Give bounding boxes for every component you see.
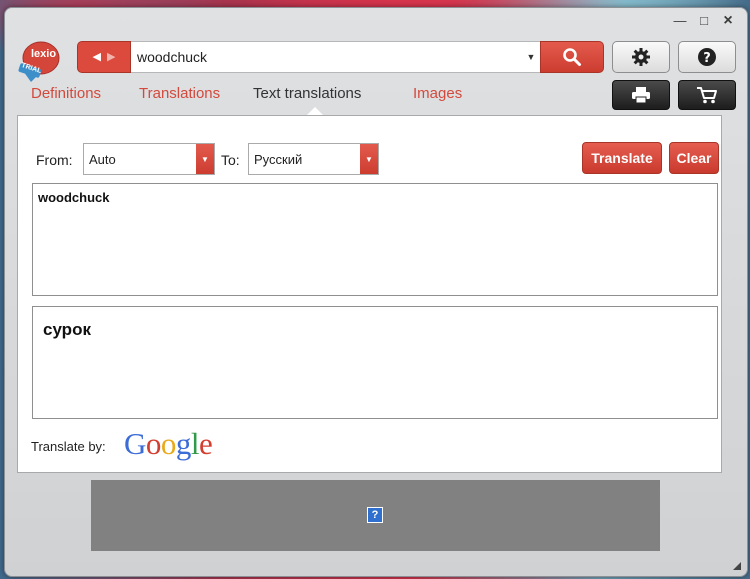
active-tab-indicator — [307, 107, 323, 115]
search-bar: ◀ ▶ ▼ — [77, 41, 604, 73]
gear-icon — [632, 48, 650, 66]
from-language-value: Auto — [89, 151, 116, 167]
help-button[interactable]: ? — [678, 41, 736, 73]
app-window: — □ × lexio TRIAL ◀ ▶ ▼ — [4, 7, 748, 577]
question-icon: ? — [698, 48, 716, 66]
left-arrow-icon[interactable]: ◀ — [93, 51, 101, 63]
app-logo: lexio TRIAL — [17, 38, 63, 82]
google-logo-letter: G — [124, 426, 146, 461]
search-button[interactable] — [540, 41, 604, 73]
lexio-logo-icon — [18, 41, 60, 82]
translate-button[interactable]: Translate — [582, 142, 662, 174]
chevron-down-icon: ▼ — [196, 144, 214, 174]
logo-text: lexio — [31, 48, 57, 60]
tab-definitions[interactable]: Definitions — [31, 85, 101, 102]
right-arrow-icon[interactable]: ▶ — [107, 51, 115, 63]
source-text: woodchuck — [38, 190, 110, 205]
history-nav: ◀ ▶ — [77, 41, 131, 73]
search-history-dropdown[interactable]: ▼ — [522, 41, 540, 73]
tab-bar: Definitions Translations Text translatio… — [5, 85, 747, 115]
settings-button[interactable] — [612, 41, 670, 73]
tab-images[interactable]: Images — [413, 85, 462, 102]
magnifier-icon — [563, 48, 581, 66]
google-logo-letter: e — [199, 426, 213, 461]
google-logo: Google — [124, 426, 213, 462]
translate-by-label: Translate by: — [31, 439, 106, 454]
caret-down-icon: ▼ — [526, 52, 536, 62]
tab-text-translations[interactable]: Text translations — [253, 85, 361, 102]
ad-banner[interactable]: ? — [91, 480, 660, 551]
chevron-down-icon: ▼ — [360, 144, 378, 174]
svg-text:?: ? — [703, 51, 711, 66]
google-logo-letter: l — [190, 426, 200, 461]
clear-button[interactable]: Clear — [669, 142, 719, 174]
to-language-value: Русский — [254, 151, 303, 167]
search-input[interactable] — [131, 41, 522, 73]
window-controls: — □ × — [673, 13, 735, 29]
google-logo-letter: g — [175, 426, 192, 461]
google-logo-letter: o — [145, 426, 162, 461]
broken-image-icon: ? — [367, 507, 383, 523]
result-text: сурок — [43, 320, 91, 339]
close-button[interactable]: × — [721, 13, 735, 29]
to-language-select[interactable]: Русский ▼ — [248, 143, 379, 175]
maximize-button[interactable]: □ — [697, 14, 711, 28]
to-label: To: — [221, 152, 240, 168]
tab-translations[interactable]: Translations — [139, 85, 220, 102]
from-label: From: — [36, 152, 73, 168]
google-logo-letter: o — [160, 426, 177, 461]
minimize-button[interactable]: — — [673, 14, 687, 28]
text-translation-panel: From: Auto ▼ To: Русский ▼ Translate Cle… — [17, 115, 722, 473]
resize-grip-icon[interactable] — [733, 562, 741, 570]
from-language-select[interactable]: Auto ▼ — [83, 143, 215, 175]
result-text-area[interactable]: сурок — [32, 306, 718, 419]
source-text-area[interactable]: woodchuck — [32, 183, 718, 296]
